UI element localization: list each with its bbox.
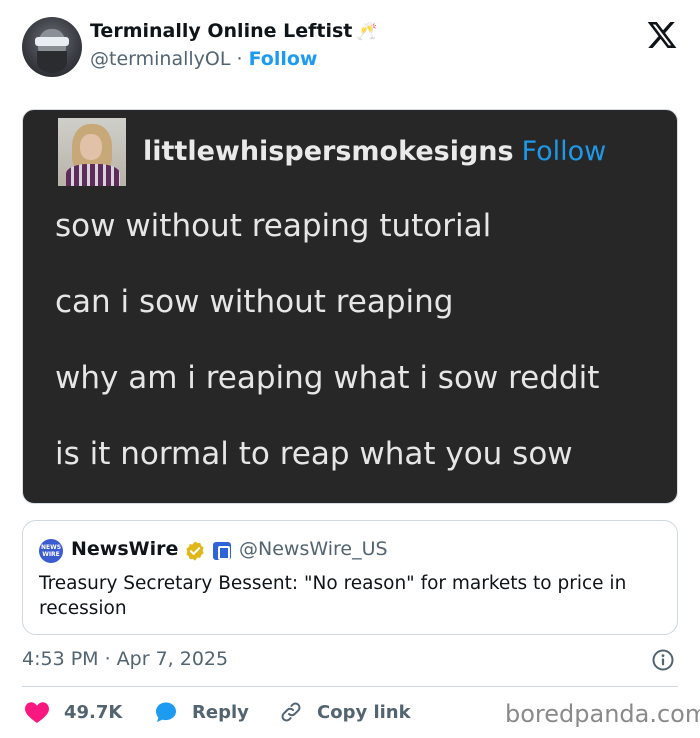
info-icon[interactable] [651,648,675,672]
affiliate-badge-icon [213,542,231,560]
reply-bubble-icon [156,702,176,722]
source-watermark: boredpanda.com [505,700,700,728]
heart-icon [25,702,49,723]
quoted-author-handle: @NewsWire_US [239,538,388,560]
author-handle-line: @terminallyOL · Follow [90,48,317,70]
reply-label: Reply [192,701,249,723]
tumblr-avatar [58,118,126,186]
tumblr-line-2: can i sow without reaping [55,284,454,320]
copy-link-button[interactable]: Copy link [279,698,411,726]
tumblr-username: littlewhispersmokesigns [143,136,514,167]
like-count: 49.7K [64,701,123,723]
avatar-glasses [35,37,69,46]
like-button[interactable]: 49.7K [24,698,122,726]
champagne-emoji: 🥂 [356,22,378,42]
action-bar: 49.7K Reply Copy link [22,698,462,726]
tumblr-line-4: is it normal to reap what you sow [55,436,573,472]
avatar-face [80,134,102,160]
reply-button[interactable]: Reply [154,698,249,726]
author-avatar[interactable] [22,17,82,77]
quoted-tweet-text: Treasury Secretary Bessent: "No reason" … [39,573,627,619]
divider [22,686,678,687]
newswire-logo: NEWS WIRE [39,539,63,563]
tweet-header: Terminally Online Leftist 🥂 @terminallyOL… [22,15,682,79]
tumblr-line-1: sow without reaping tutorial [55,208,492,244]
quoted-author-name: NewsWire [71,538,179,560]
avatar-beard [37,51,67,73]
tumblr-line-3: why am i reaping what i sow reddit [55,360,600,396]
separator-dot: · [236,48,243,70]
author-handle[interactable]: @terminallyOL [90,48,230,70]
avatar-shirt [66,164,120,186]
x-logo-icon[interactable] [646,19,678,51]
verified-badge-icon [186,541,204,561]
author-name[interactable]: Terminally Online Leftist [90,20,352,42]
tweet-timestamp[interactable]: 4:53 PM · Apr 7, 2025 [22,648,228,670]
tumblr-user-line: littlewhispersmokesigns Follow [143,136,606,167]
tumblr-follow: Follow [521,136,607,167]
link-icon [281,702,301,722]
author-name-line: Terminally Online Leftist 🥂 [90,20,378,42]
embedded-image[interactable]: littlewhispersmokesigns Follow sow withou… [22,109,678,504]
copy-link-label: Copy link [317,701,411,723]
quoted-tweet[interactable]: NEWS WIRE NewsWire @NewsWire_US Treasury… [22,520,678,635]
follow-button[interactable]: Follow [249,48,318,70]
